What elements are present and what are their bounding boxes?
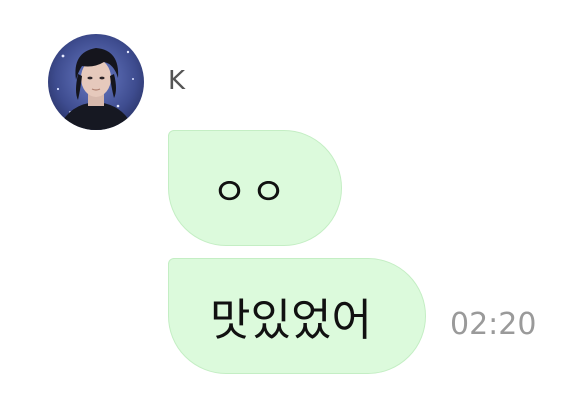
message-bubble[interactable]: ㅇㅇ <box>168 130 342 246</box>
message-timestamp: 02:20 <box>450 307 537 342</box>
message-bubble[interactable]: 맛있었어 <box>168 258 426 374</box>
avatar-photo-icon <box>48 34 144 130</box>
sender-name: K <box>168 66 186 96</box>
message-text: ㅇㅇ <box>212 169 290 214</box>
contact-avatar[interactable] <box>48 34 144 130</box>
message-text: 맛있었어 <box>210 295 372 346</box>
chat-thread: K ㅇㅇ 맛있었어 02:20 <box>0 0 585 393</box>
